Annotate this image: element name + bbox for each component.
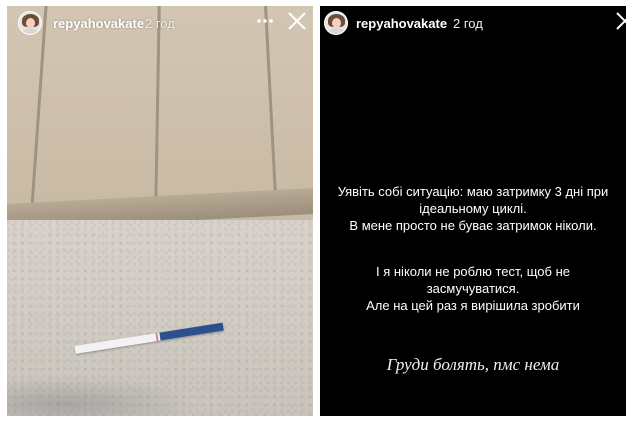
avatar[interactable] xyxy=(324,11,348,35)
avatar[interactable] xyxy=(18,11,42,35)
story-text-paragraph-1: Уявіть собі ситуацію: маю затримку 3 дні… xyxy=(320,183,626,234)
story-text-line: І я ніколи не роблю тест, щоб не xyxy=(376,264,570,279)
test-strip-window xyxy=(155,332,159,342)
story-header: repyahovakate 2 год xyxy=(7,6,313,42)
floor-shadow xyxy=(7,376,197,416)
story-text-paragraph-2: І я ніколи не роблю тест, щоб не засмучу… xyxy=(320,263,626,314)
story-text-line: засмучуватися. xyxy=(426,281,520,296)
username[interactable]: repyahovakate xyxy=(356,16,447,31)
story-header: repyahovakate 2 год xyxy=(320,6,626,42)
username[interactable]: repyahovakate xyxy=(53,16,144,31)
story-text-line: Але на цей раз я вирішила зробити xyxy=(366,298,580,313)
story-text-paragraph-3: Груди болять, пмс нема xyxy=(386,355,560,374)
story-right[interactable]: repyahovakate 2 год Уявіть собі ситуацію… xyxy=(320,6,626,416)
story-left[interactable]: repyahovakate 2 год xyxy=(7,6,313,416)
more-horizontal-icon[interactable] xyxy=(256,14,274,28)
story-text-line: ідеальному циклі. xyxy=(419,201,527,216)
close-icon[interactable] xyxy=(614,10,626,32)
story-time: 2 год xyxy=(453,16,483,31)
close-icon[interactable] xyxy=(286,10,308,32)
story-text-line: В мене просто не буває затримок ніколи. xyxy=(349,218,597,233)
story-text-line: Уявіть собі ситуацію: маю затримку 3 дні… xyxy=(337,184,609,199)
story-time: 2 год xyxy=(145,16,175,31)
